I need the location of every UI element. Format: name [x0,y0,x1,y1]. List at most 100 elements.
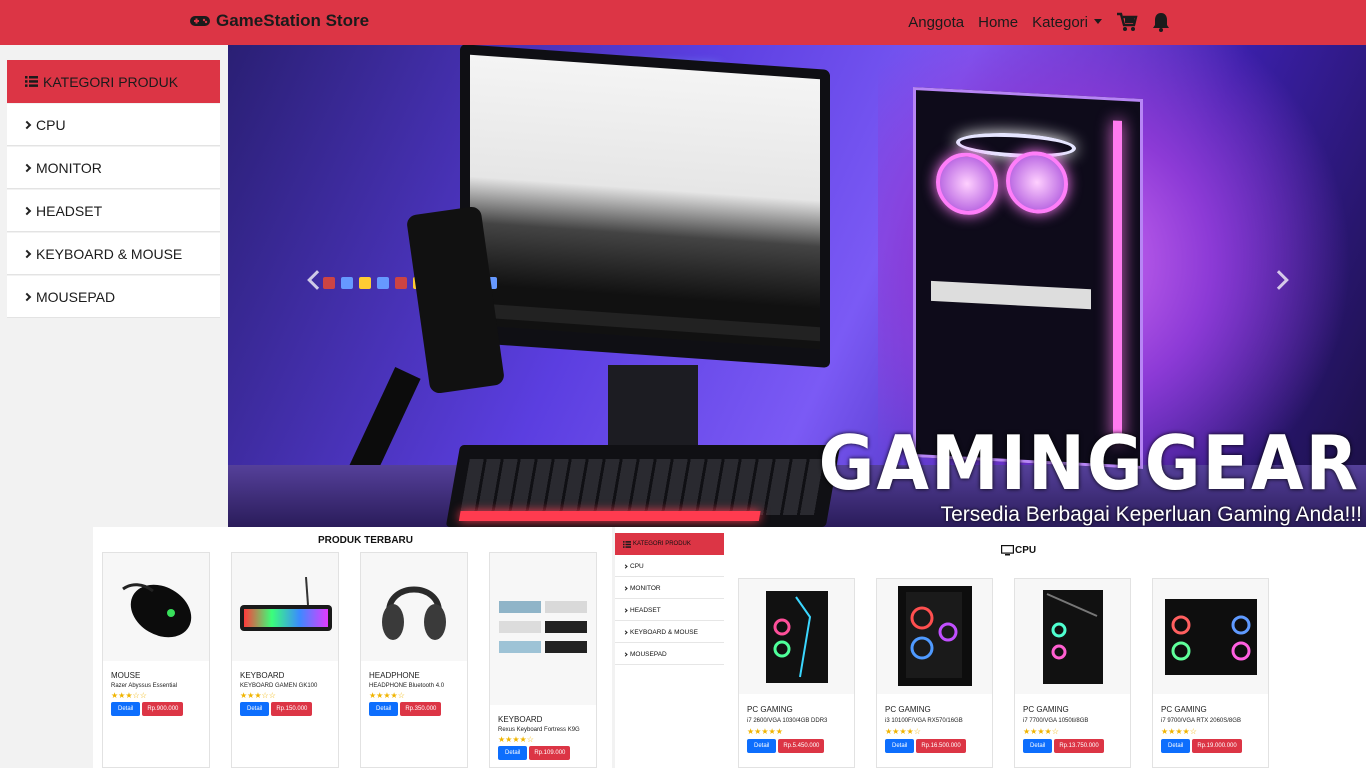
chevron-right-icon [623,651,628,657]
price-button[interactable]: Rp.5.450.000 [778,739,825,753]
chevron-right-icon [22,120,32,129]
product-card[interactable]: MOUSE Razer Abyssus Essential ★★★☆☆ Deta… [102,552,210,768]
chevron-right-icon [22,292,32,301]
product-category: MOUSE [111,671,141,680]
category-sidebar: KATEGORI PRODUK CPU MONITOR HEADSET KEYB… [7,60,220,318]
newest-products-title: PRODUK TERBARU [318,535,413,546]
mini-sidebar-item-label: MOUSEPAD [630,650,667,658]
product-image [103,553,209,661]
price-button[interactable]: Rp.13.750.000 [1054,739,1104,753]
sidebar-item-label: MONITOR [36,159,102,176]
price-button[interactable]: Rp.150.000 [271,702,313,716]
product-image [739,579,854,694]
rating-stars: ★★★★★ [747,727,783,736]
nav-kategori-dropdown[interactable]: Kategori [1032,14,1102,31]
product-category: PC GAMING [1161,705,1207,714]
product-category: KEYBOARD [498,715,543,724]
detail-button[interactable]: Detail [1161,739,1191,753]
banner-subtitle: Tersedia Berbagai Keperluan Gaming Anda!… [940,503,1362,526]
taskbar-graphic [470,302,820,342]
price-button[interactable]: Rp.16.500.000 [916,739,966,753]
cart-icon[interactable] [1116,12,1138,32]
keyboard-image [499,601,587,653]
rating-stars: ★★★★☆ [369,691,405,700]
product-category: PC GAMING [1023,705,1069,714]
cpu-section-title: CPU [1001,545,1036,556]
product-category: PC GAMING [747,705,793,714]
mini-sidebar-item-keyboard-mouse[interactable]: KEYBOARD & MOUSE [615,622,724,643]
mini-sidebar-item-monitor[interactable]: MONITOR [615,578,724,599]
product-category: PC GAMING [885,705,931,714]
sidebar-item-cpu[interactable]: CPU [7,104,220,146]
product-name: HEADPHONE Bluetooth 4.0 [369,683,445,689]
pc-case-image [1042,589,1103,684]
product-card[interactable]: PC GAMING i7 7700/VGA 1050ti/8GB ★★★★☆ D… [1014,578,1131,768]
product-card[interactable]: HEADPHONE HEADPHONE Bluetooth 4.0 ★★★★☆ … [360,552,468,768]
cpu-title-label: CPU [1015,545,1037,556]
detail-button[interactable]: Detail [498,746,528,760]
sidebar-item-mousepad[interactable]: MOUSEPAD [7,276,220,318]
price-button[interactable]: Rp.900.000 [142,702,184,716]
rating-stars: ★★★★☆ [1023,727,1059,736]
sidebar-item-keyboard-mouse[interactable]: KEYBOARD & MOUSE [7,233,220,275]
detail-button[interactable]: Detail [111,702,141,716]
hero-carousel: GAMINGGEAR Tersedia Berbagai Keperluan G… [228,45,1366,527]
sidebar-header: KATEGORI PRODUK [7,60,220,103]
price-button[interactable]: Rp.350.000 [400,702,442,716]
product-name: Razer Abyssus Essential [111,683,178,689]
detail-button[interactable]: Detail [885,739,915,753]
price-button[interactable]: Rp.109.000 [529,746,571,760]
product-actions: Detail Rp.350.000 [369,702,442,716]
mini-sidebar-item-mousepad[interactable]: MOUSEPAD [615,644,724,665]
detail-button[interactable]: Detail [240,702,270,716]
brand-name: GameStation Store [216,11,370,30]
product-card[interactable]: KEYBOARD KEYBOARD GAMEN GK100 ★★★☆☆ Deta… [231,552,339,768]
sidebar-item-monitor[interactable]: MONITOR [7,147,220,189]
top-navbar: GameStation Store Anggota Home Kategori [0,0,1366,45]
chevron-right-icon [623,585,628,591]
product-actions: Detail Rp.109.000 [498,746,571,760]
detail-button[interactable]: Detail [1023,739,1053,753]
chevron-right-icon [22,206,32,215]
chevron-right-icon [22,249,32,258]
bell-icon[interactable] [1152,12,1170,32]
product-actions: Detail Rp.16.500.000 [885,739,966,753]
banner-title: GAMINGGEAR [818,421,1360,508]
price-button[interactable]: Rp.19.000.000 [1192,739,1242,753]
product-card[interactable]: PC GAMING i7 9700/VGA RTX 2060S/8GB ★★★★… [1152,578,1269,768]
product-actions: Detail Rp.19.000.000 [1161,739,1242,753]
nav-anggota[interactable]: Anggota [908,14,964,31]
mini-sidebar-item-label: CPU [630,562,644,570]
product-name: KEYBOARD GAMEN GK100 [240,683,318,689]
list-icon [25,76,38,87]
screen-graphic [470,54,820,350]
mini-sidebar-item-label: HEADSET [630,606,661,614]
rating-stars: ★★★★☆ [498,735,534,744]
gamepad-icon [190,16,210,26]
detail-button[interactable]: Detail [369,702,399,716]
nav-links: Anggota Home Kategori [908,12,1170,32]
rating-stars: ★★★☆☆ [111,691,147,700]
product-name: i7 2600/VGA 1030/4GB DDR3 [747,718,828,724]
sidebar-item-label: HEADSET [36,202,103,219]
product-card[interactable]: PC GAMING i7 2600/VGA 1030/4GB DDR3 ★★★★… [738,578,855,768]
product-image [490,553,596,705]
product-actions: Detail Rp.5.450.000 [747,739,825,753]
sidebar-item-label: MOUSEPAD [36,288,116,305]
mini-sidebar-item-headset[interactable]: HEADSET [615,600,724,621]
product-image [1153,579,1268,694]
product-name: i7 7700/VGA 1050ti/8GB [1023,718,1089,724]
pc-case-image [765,590,828,683]
chevron-right-icon [623,607,628,613]
chevron-right-icon [623,629,628,635]
brand-link[interactable]: GameStation Store [190,11,369,31]
detail-button[interactable]: Detail [747,739,777,753]
mini-sidebar-item-cpu[interactable]: CPU [615,556,724,577]
chevron-right-icon [22,163,32,172]
rating-stars: ★★★★☆ [1161,727,1197,736]
product-card[interactable]: PC GAMING i3 10100F/VGA RX570/16GB ★★★★☆… [876,578,993,768]
sidebar-item-headset[interactable]: HEADSET [7,190,220,232]
nav-home[interactable]: Home [978,14,1018,31]
chevron-right-icon [623,563,628,569]
product-card[interactable]: KEYBOARD Rexus Keyboard Fortress K9G ★★★… [489,552,597,768]
